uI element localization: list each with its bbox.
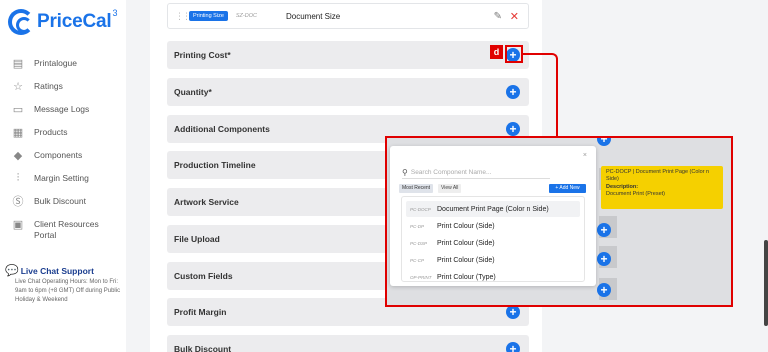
message-icon: ▭	[12, 103, 24, 116]
component-row[interactable]: ⋮⋮ Printing Size SZ-DOC Document Size ✎ …	[167, 3, 529, 29]
dollar-icon: Ⓢ	[12, 196, 24, 208]
sidebar-item-label: Client Resources Portal	[34, 219, 99, 240]
filter-most-recent[interactable]: Most Recent	[399, 184, 434, 193]
logo-icon	[8, 9, 34, 35]
list-item[interactable]: PC-CP Print Colour (Side)	[406, 252, 580, 268]
annotation-marker: d	[490, 45, 503, 59]
component-tooltip: PC-DOCP | Document Print Page (Color n S…	[601, 166, 723, 209]
component-name: Document Size	[285, 11, 341, 21]
section-bulk-discount[interactable]: Bulk Discount +	[167, 335, 529, 352]
sidebar-item-printalogue[interactable]: ▤ Printalogue	[11, 56, 123, 79]
sidebar-item-ratings[interactable]: ☆ Ratings	[11, 79, 123, 102]
section-quantity[interactable]: Quantity* +	[167, 78, 529, 106]
component-code: PC-DOCP	[410, 206, 431, 212]
component-code: SZ-DOC	[235, 13, 257, 19]
edit-icon[interactable]: ✎	[494, 11, 502, 22]
component-code: PC-DSP	[410, 240, 428, 246]
sidebar-item-label: Products	[34, 127, 68, 137]
brand-superscript: 3	[112, 8, 118, 18]
component-picker-modal: × ⚲ Search Component Name... Most Recent…	[390, 146, 596, 286]
sidebar-item-products[interactable]: ▦ Products	[11, 125, 123, 148]
section-label: Production Timeline	[174, 160, 256, 170]
add-icon[interactable]: +	[506, 342, 520, 352]
section-label: Profit Margin	[174, 307, 227, 317]
search-placeholder: Search Component Name...	[410, 168, 492, 176]
component-code: PC-CP	[410, 257, 425, 263]
list-item[interactable]: OP-PRINT Print Colour (Type)	[406, 269, 580, 285]
scrollbar[interactable]	[764, 240, 768, 326]
annotation-connector	[523, 53, 558, 137]
add-icon: +	[597, 138, 611, 146]
live-chat-support[interactable]: 💬 Live Chat Support Live Chat Operating …	[5, 264, 123, 305]
sidebar-item-label: Bulk Discount	[34, 196, 86, 206]
section-printing-cost[interactable]: Printing Cost* +	[167, 41, 529, 69]
logo[interactable]: PriceCal 3	[8, 8, 118, 35]
section-label: Artwork Service	[174, 197, 239, 207]
component-name: Print Colour (Side)	[437, 239, 495, 247]
sidebar-nav: ▤ Printalogue ☆ Ratings ▭ Message Logs ▦…	[11, 56, 123, 251]
sidebar-item-client-resources-portal[interactable]: ▣ Client Resources Portal	[11, 217, 123, 251]
tooltip-title: PC-DOCP | Document Print Page (Color n S…	[606, 169, 710, 182]
delete-icon[interactable]: ✕	[510, 10, 519, 23]
sidebar-item-margin-setting[interactable]: ⫶ Margin Setting	[11, 171, 123, 194]
add-icon[interactable]: +	[506, 122, 520, 136]
add-icon[interactable]: +	[506, 305, 520, 319]
add-new-button[interactable]: + Add New	[549, 184, 586, 193]
list-item[interactable]: PC-DOCP Document Print Page (Color n Sid…	[406, 201, 580, 217]
star-icon: ☆	[13, 80, 23, 93]
sidebar-item-label: Message Logs	[34, 104, 90, 114]
section-label: File Upload	[174, 234, 220, 244]
portal-icon: ▣	[12, 218, 24, 231]
component-code: PC-DP	[410, 223, 425, 229]
drag-handle-icon[interactable]: ⋮⋮	[175, 11, 191, 22]
section-label: Printing Cost*	[174, 50, 231, 60]
close-icon[interactable]: ×	[583, 152, 587, 159]
component-list: PC-DOCP Document Print Page (Color n Sid…	[401, 196, 585, 282]
search-icon: ⚲	[402, 167, 408, 177]
live-chat-title: Live Chat Support	[20, 265, 94, 276]
sidebar-item-message-logs[interactable]: ▭ Message Logs	[11, 102, 123, 125]
component-name: Document Print Page (Color n Side)	[437, 205, 549, 213]
annotation-highlight	[505, 45, 523, 63]
list-item[interactable]: PC-DP Print Colour (Side)	[406, 218, 580, 234]
section-label: Bulk Discount	[174, 344, 232, 352]
sidebar-item-label: Ratings	[34, 81, 63, 91]
add-icon: +	[597, 223, 611, 237]
add-icon: +	[597, 252, 611, 266]
sidebar: PriceCal 3 ▤ Printalogue ☆ Ratings ▭ Mes…	[0, 0, 126, 352]
list-item[interactable]: PC-DSP Print Colour (Side)	[406, 235, 580, 251]
component-name: Print Colour (Type)	[437, 273, 496, 281]
section-label: Custom Fields	[174, 271, 233, 281]
component-name: Print Colour (Side)	[437, 222, 495, 230]
sidebar-item-label: Printalogue	[34, 58, 78, 68]
chat-icon: 💬	[5, 265, 19, 277]
live-chat-hours: Live Chat Operating Hours: Mon to Fri: 9…	[15, 279, 121, 303]
search-input[interactable]: ⚲ Search Component Name...	[402, 166, 550, 179]
catalogue-icon: ▤	[12, 57, 24, 70]
brand-name: PriceCal	[37, 11, 112, 32]
component-code: OP-PRINT	[410, 274, 432, 280]
section-label: Quantity*	[174, 87, 212, 97]
tooltip-description: Document Print (Preset)	[606, 191, 665, 197]
add-icon: +	[597, 283, 611, 297]
sidebar-item-label: Margin Setting	[34, 173, 89, 183]
filter-view-all[interactable]: View All	[438, 184, 462, 193]
add-icon[interactable]: +	[506, 85, 520, 99]
section-label: Additional Components	[174, 124, 270, 134]
component-name: Print Colour (Side)	[437, 256, 495, 264]
sidebar-item-components[interactable]: ◆ Components	[11, 148, 123, 171]
sidebar-item-bulk-discount[interactable]: Ⓢ Bulk Discount	[11, 194, 123, 217]
sliders-icon: ⫶	[16, 171, 20, 184]
puzzle-icon: ◆	[13, 149, 23, 162]
tooltip-description-label: Description:	[606, 184, 639, 190]
sidebar-item-label: Components	[34, 150, 83, 160]
grid-icon: ▦	[12, 126, 24, 139]
component-tag: Printing Size	[189, 11, 228, 21]
